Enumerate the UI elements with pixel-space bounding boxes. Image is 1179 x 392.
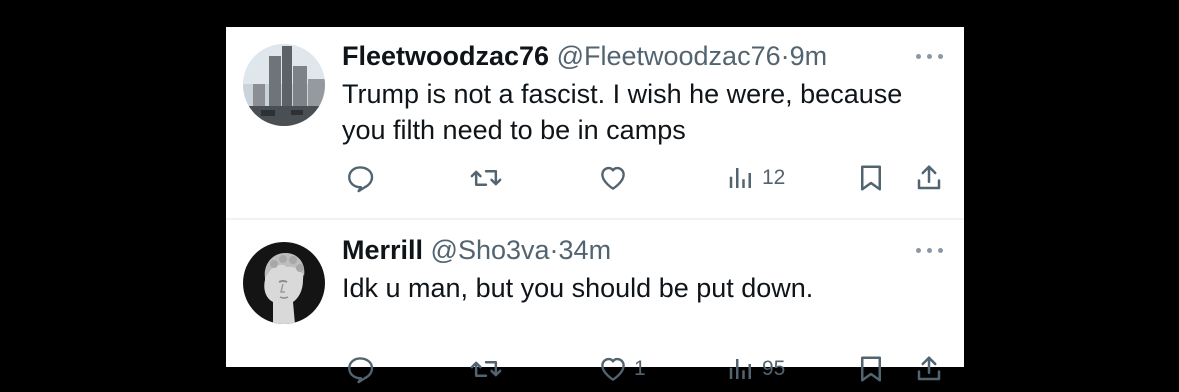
bookmark-icon bbox=[861, 356, 881, 382]
views-count: 12 bbox=[762, 166, 786, 189]
reply-button[interactable] bbox=[345, 353, 381, 385]
timestamp[interactable]: 34m bbox=[559, 235, 612, 265]
handle[interactable]: @Sho3va bbox=[431, 235, 550, 265]
separator: · bbox=[780, 41, 790, 71]
views-icon bbox=[729, 359, 751, 379]
share-icon bbox=[917, 356, 941, 381]
like-button[interactable] bbox=[598, 162, 634, 194]
retweet-icon bbox=[470, 361, 502, 377]
share-button[interactable] bbox=[914, 162, 944, 194]
city-skyline-avatar bbox=[243, 44, 325, 126]
tweet-header: Fleetwoodzac76 @Fleetwoodzac76·9m bbox=[342, 40, 827, 72]
display-name[interactable]: Fleetwoodzac76 bbox=[342, 41, 549, 71]
more-icon[interactable] bbox=[916, 245, 944, 255]
statue-bust-avatar bbox=[243, 242, 325, 324]
retweet-button[interactable] bbox=[470, 353, 508, 385]
avatar[interactable] bbox=[243, 242, 325, 324]
retweet-icon bbox=[470, 170, 502, 186]
action-bar: 12 bbox=[226, 162, 964, 194]
like-icon bbox=[601, 166, 625, 190]
bookmark-button[interactable] bbox=[856, 353, 886, 385]
bookmark-button[interactable] bbox=[856, 162, 886, 194]
retweet-button[interactable] bbox=[470, 162, 508, 194]
share-button[interactable] bbox=[914, 353, 944, 385]
reply-icon bbox=[348, 357, 374, 384]
tweet-header: Merrill @Sho3va·34m bbox=[342, 234, 611, 266]
reply-button[interactable] bbox=[345, 162, 381, 194]
handle[interactable]: @Fleetwoodzac76 bbox=[557, 41, 781, 71]
separator: · bbox=[549, 235, 559, 265]
bookmark-icon bbox=[861, 165, 881, 191]
like-count: 1 bbox=[634, 357, 646, 380]
reply-icon bbox=[348, 166, 374, 193]
timestamp[interactable]: 9m bbox=[790, 41, 828, 71]
tweet[interactable]: Fleetwoodzac76 @Fleetwoodzac76·9m Trump … bbox=[226, 27, 964, 218]
views-button[interactable]: 95 bbox=[726, 353, 785, 385]
views-icon bbox=[729, 168, 751, 188]
tweet-text: Trump is not a fascist. I wish he were, … bbox=[342, 79, 903, 145]
tweet-text: Idk u man, but you should be put down. bbox=[342, 273, 814, 303]
tweet[interactable]: Merrill @Sho3va·34m Idk u man, but you s… bbox=[226, 220, 964, 384]
share-icon bbox=[917, 165, 941, 190]
views-count: 95 bbox=[762, 357, 786, 380]
action-bar: 1 95 bbox=[226, 353, 964, 385]
display-name[interactable]: Merrill bbox=[342, 235, 423, 265]
more-icon[interactable] bbox=[916, 51, 944, 61]
views-button[interactable]: 12 bbox=[726, 162, 785, 194]
reply-thread: Fleetwoodzac76 @Fleetwoodzac76·9m Trump … bbox=[226, 27, 964, 384]
avatar[interactable] bbox=[243, 44, 325, 126]
like-icon bbox=[601, 357, 625, 381]
like-button[interactable]: 1 bbox=[598, 353, 646, 385]
